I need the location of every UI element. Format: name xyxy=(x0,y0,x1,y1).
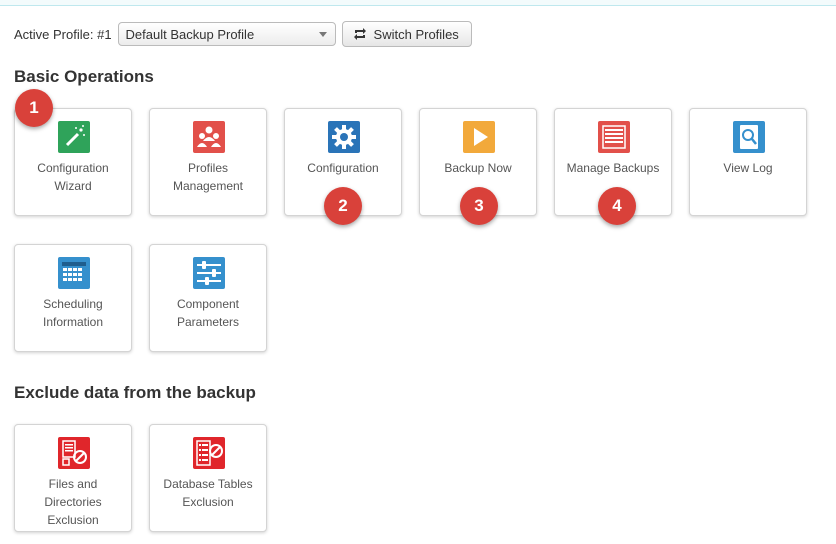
basic-operations-heading: Basic Operations xyxy=(14,67,154,86)
database-exclude-icon xyxy=(193,437,225,469)
top-notice-strip xyxy=(0,0,836,6)
tile-label: View Log xyxy=(723,161,773,175)
tile-label: Manage Backups xyxy=(566,161,660,175)
tile-label: Scheduling Information xyxy=(42,297,104,329)
profiles-management-button[interactable]: Profiles Management xyxy=(149,108,267,216)
callout-badge-1: 1 xyxy=(15,89,53,127)
profile-bar: Active Profile: #1 Default Backup Profil… xyxy=(14,21,472,47)
exclude-data-heading: Exclude data from the backup xyxy=(14,383,256,402)
profile-select-value: Default Backup Profile xyxy=(125,26,255,42)
callout-badge-4: 4 xyxy=(598,187,636,225)
gear-icon xyxy=(328,121,360,153)
tile-label: Configuration xyxy=(307,161,379,175)
tile-label: Files and Directories Exclusion xyxy=(44,477,102,527)
tile-label: Component Parameters xyxy=(176,297,240,329)
view-log-button[interactable]: View Log xyxy=(689,108,807,216)
callout-badge-2: 2 xyxy=(324,187,362,225)
magic-wand-icon xyxy=(58,121,90,153)
files-directories-exclusion-button[interactable]: Files and Directories Exclusion xyxy=(14,424,132,532)
active-profile-label: Active Profile: #1 xyxy=(14,26,112,42)
tile-label: Configuration Wizard xyxy=(37,161,109,193)
chevron-down-icon xyxy=(318,32,327,37)
play-icon xyxy=(463,121,495,153)
users-icon xyxy=(193,121,225,153)
component-parameters-button[interactable]: Component Parameters xyxy=(149,244,267,352)
tile-label: Backup Now xyxy=(444,161,512,175)
search-document-icon xyxy=(733,121,765,153)
callout-badge-3: 3 xyxy=(460,187,498,225)
database-tables-exclusion-button[interactable]: Database Tables Exclusion xyxy=(149,424,267,532)
tile-label: Database Tables Exclusion xyxy=(163,477,253,509)
profile-select[interactable]: Default Backup Profile xyxy=(117,22,336,46)
refresh-icon xyxy=(353,28,366,40)
calendar-icon xyxy=(58,257,90,289)
switch-profiles-label: Switch Profiles xyxy=(373,26,459,42)
sliders-icon xyxy=(193,257,225,289)
tile-label: Profiles Management xyxy=(172,161,244,193)
scheduling-information-button[interactable]: Scheduling Information xyxy=(14,244,132,352)
switch-profiles-button[interactable]: Switch Profiles xyxy=(341,21,472,47)
list-icon xyxy=(598,121,630,153)
files-exclude-icon xyxy=(58,437,90,469)
